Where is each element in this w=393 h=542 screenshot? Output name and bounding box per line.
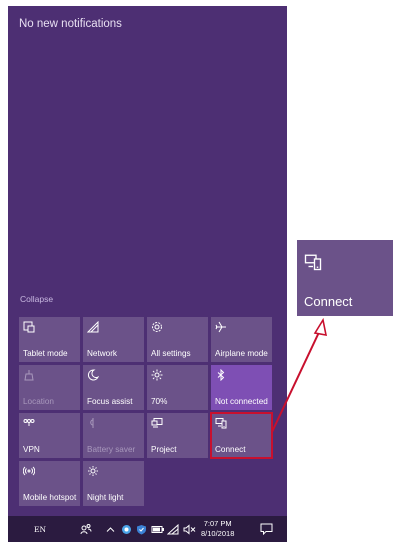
clock-time: 7:07 PM	[203, 519, 232, 528]
tile-label: Connect	[215, 445, 246, 454]
airplane-icon	[215, 321, 229, 335]
tile-label: Location	[23, 397, 54, 406]
tile-label: Not connected	[215, 397, 268, 406]
tile-location[interactable]: Location	[19, 365, 80, 410]
project-icon	[151, 417, 165, 431]
bluetooth-icon	[215, 369, 229, 383]
battery-saver-icon	[87, 417, 101, 431]
tile-label: All settings	[151, 349, 191, 358]
tile-network[interactable]: Network	[83, 317, 144, 362]
empty-tile-slot	[147, 461, 208, 506]
empty-tile-slot	[211, 461, 272, 506]
moon-icon	[87, 369, 101, 383]
no-notifications-text: No new notifications	[19, 18, 122, 30]
clock-date: 8/10/2018	[201, 529, 235, 538]
tile-battery-saver[interactable]: Battery saver	[83, 413, 144, 458]
action-center-panel: No new notifications Collapse Tablet mod…	[8, 6, 287, 516]
tile-label: Focus assist	[87, 397, 133, 406]
tile-vpn[interactable]: VPN	[19, 413, 80, 458]
mobile-hotspot-icon	[23, 465, 37, 479]
tile-bluetooth[interactable]: Not connected	[211, 365, 272, 410]
shield-icon[interactable]	[136, 516, 147, 542]
tile-label: VPN	[23, 445, 40, 454]
taskbar: EN 7:07 PM 8/10/2018	[8, 516, 287, 542]
tile-label: Network	[87, 349, 118, 358]
collapse-link[interactable]: Collapse	[20, 294, 53, 304]
tile-night-light[interactable]: Night light	[83, 461, 144, 506]
gear-icon	[151, 321, 165, 335]
tile-label: Tablet mode	[23, 349, 68, 358]
quick-actions-grid: Tablet mode Network All settings Airplan…	[19, 317, 279, 510]
battery-icon[interactable]	[151, 516, 164, 542]
tile-all-settings[interactable]: All settings	[147, 317, 208, 362]
tile-label: Mobile hotspot	[23, 493, 77, 502]
tile-label: Night light	[87, 493, 124, 502]
tile-project[interactable]: Project	[147, 413, 208, 458]
tile-label: 70%	[151, 397, 168, 406]
tray-app-icon[interactable]	[121, 516, 132, 542]
network-icon	[87, 321, 101, 335]
tile-label: Project	[151, 445, 177, 454]
tile-connect[interactable]: Connect	[210, 412, 273, 459]
connect-zoom-callout: Connect	[297, 240, 393, 316]
connect-icon	[215, 417, 229, 431]
clock[interactable]: 7:07 PM 8/10/2018	[201, 516, 234, 542]
tablet-mode-icon	[23, 321, 37, 335]
chevron-up-icon[interactable]	[106, 516, 115, 542]
people-icon[interactable]	[80, 516, 92, 542]
tile-label: Airplane mode	[215, 349, 268, 358]
tile-brightness[interactable]: 70%	[147, 365, 208, 410]
connect-icon	[304, 253, 322, 276]
callout-label: Connect	[304, 294, 353, 309]
vpn-icon	[23, 417, 37, 431]
night-light-icon	[87, 465, 101, 479]
action-center-icon[interactable]	[255, 516, 277, 542]
volume-icon[interactable]	[183, 516, 197, 542]
tile-label: Battery saver	[87, 445, 136, 454]
tile-focus-assist[interactable]: Focus assist	[83, 365, 144, 410]
input-language-indicator[interactable]: EN	[34, 516, 46, 542]
tile-airplane-mode[interactable]: Airplane mode	[211, 317, 272, 362]
wifi-icon[interactable]	[167, 516, 179, 542]
tile-tablet-mode[interactable]: Tablet mode	[19, 317, 80, 362]
tile-mobile-hotspot[interactable]: Mobile hotspot	[19, 461, 80, 506]
brightness-icon	[151, 369, 165, 383]
location-icon	[23, 369, 37, 383]
